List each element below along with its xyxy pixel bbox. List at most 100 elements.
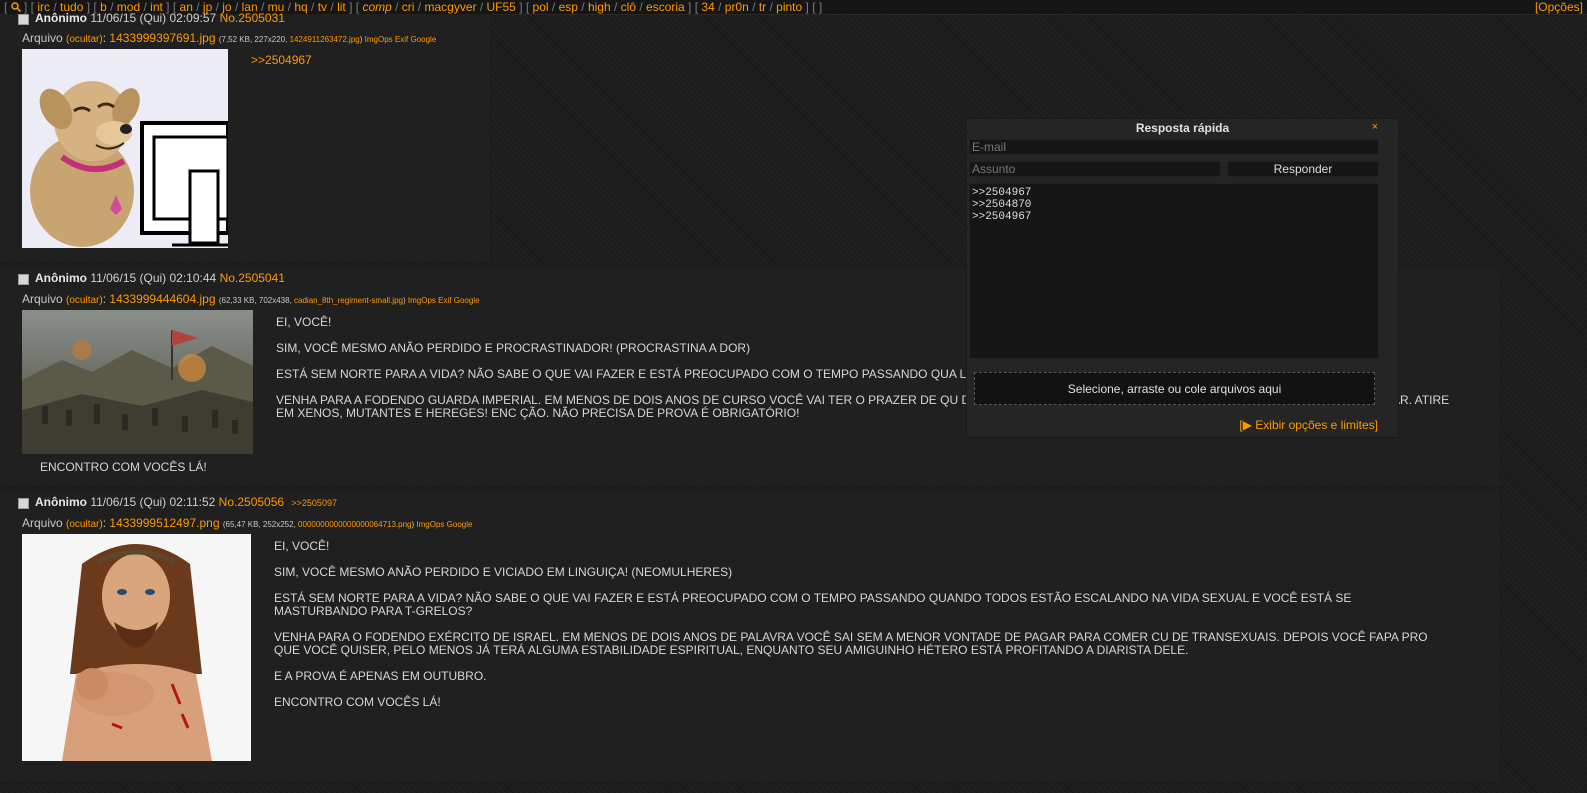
file-label: Arquivo bbox=[22, 31, 63, 45]
bracket: ] bbox=[515, 0, 523, 14]
tool-imgops[interactable]: ImgOps bbox=[408, 296, 436, 305]
bracket: [ bbox=[522, 0, 533, 14]
options-link[interactable]: [Opções] bbox=[1535, 0, 1583, 14]
bracket: [ bbox=[691, 0, 702, 14]
post-2505031: Anônimo 11/06/15 (Qui) 02:09:57 No.25050… bbox=[0, 11, 491, 263]
email-field[interactable] bbox=[969, 139, 1379, 155]
separator: / bbox=[748, 0, 759, 14]
file-meta: (65,47 KB, 252x252, bbox=[222, 520, 296, 529]
board-link-pinto[interactable]: pinto bbox=[776, 0, 802, 14]
subject-field[interactable] bbox=[969, 161, 1221, 177]
post-thumbnail-dog[interactable] bbox=[22, 49, 228, 248]
post-number-link[interactable]: No.2505031 bbox=[220, 11, 285, 25]
post-line: EI, VOCÊ! bbox=[274, 539, 330, 553]
file-info: Arquivo (ocultar): 1433999397691.jpg (7,… bbox=[22, 31, 437, 45]
post-header: Anônimo 11/06/15 (Qui) 02:11:52 No.25050… bbox=[35, 495, 337, 509]
separator: / bbox=[610, 0, 621, 14]
post-line: VENHA PARA O FODENDO EXÉRCITO DE ISRAEL.… bbox=[274, 630, 1428, 657]
separator: / bbox=[391, 0, 402, 14]
separator: / bbox=[327, 0, 338, 14]
board-link-lit[interactable]: lit bbox=[337, 0, 346, 14]
tool-imgops[interactable]: ImgOps bbox=[416, 520, 444, 529]
file-label: Arquivo bbox=[22, 292, 63, 306]
close-icon[interactable]: × bbox=[1372, 121, 1378, 133]
file-meta: (7,52 KB, 227x220, bbox=[218, 35, 288, 44]
post-line: ESTÁ SEM NORTE PARA A VIDA? NÃO SABE O Q… bbox=[274, 591, 1352, 618]
comment-textarea[interactable] bbox=[969, 183, 1379, 359]
tool-google[interactable]: Google bbox=[454, 296, 480, 305]
post-line: E A PROVA É APENAS EM OUTUBRO. bbox=[274, 669, 487, 683]
poster-name: Anônimo bbox=[35, 271, 87, 285]
quick-reply-title[interactable]: Resposta rápida bbox=[967, 121, 1398, 135]
search-icon[interactable] bbox=[10, 0, 21, 14]
bracket: [ ] bbox=[808, 0, 823, 14]
post-line: SIM, VOCÊ MESMO ANÃO PERDIDO E VICIADO E… bbox=[274, 565, 733, 579]
board-link-clô[interactable]: clô bbox=[621, 0, 636, 14]
board-link-tv[interactable]: tv bbox=[318, 0, 327, 14]
board-link-comp[interactable]: comp bbox=[362, 0, 391, 14]
poster-name: Anônimo bbox=[35, 495, 87, 509]
board-link-cri[interactable]: cri bbox=[402, 0, 415, 14]
separator: / bbox=[714, 0, 725, 14]
backlink[interactable]: >>2505097 bbox=[291, 498, 337, 508]
post-body: >>2504967 bbox=[251, 54, 471, 80]
board-link-UF55[interactable]: UF55 bbox=[487, 0, 516, 14]
file-meta: (62,33 KB, 702x438, bbox=[218, 296, 292, 305]
separator: / bbox=[577, 0, 588, 14]
file-info: Arquivo (ocultar): 1433999444604.jpg (62… bbox=[22, 292, 480, 306]
file-info: Arquivo (ocultar): 1433999512497.png (65… bbox=[22, 516, 473, 530]
original-name-link[interactable]: 1424911263472.jpg bbox=[290, 35, 360, 44]
board-link-high[interactable]: high bbox=[588, 0, 611, 14]
post-line: ENCONTRO COM VOCÊS LÁ! bbox=[274, 695, 441, 709]
hide-link[interactable]: (ocultar) bbox=[66, 295, 103, 306]
post-caption: ENCONTRO COM VOCÊS LÁ! bbox=[40, 460, 207, 474]
quote-link[interactable]: >>2504967 bbox=[251, 54, 471, 67]
reply-button[interactable]: Responder bbox=[1227, 161, 1379, 177]
tool-exif[interactable]: Exif bbox=[395, 35, 408, 44]
board-link-pr0n[interactable]: pr0n bbox=[725, 0, 749, 14]
tool-google[interactable]: Google bbox=[447, 520, 473, 529]
hide-link[interactable]: (ocultar) bbox=[66, 34, 103, 45]
separator: / bbox=[766, 0, 777, 14]
separator: / bbox=[414, 0, 425, 14]
tool-imgops[interactable]: ImgOps bbox=[365, 35, 393, 44]
post-body: EI, VOCÊ! SIM, VOCÊ MESMO ANÃO PERDIDO E… bbox=[274, 540, 1434, 722]
post-number-link[interactable]: No.2505041 bbox=[220, 271, 285, 285]
original-name-link[interactable]: 0000000000000000064713.png bbox=[298, 520, 411, 529]
original-name-link[interactable]: cadian_8th_regiment-small.jpg bbox=[294, 296, 403, 305]
poster-name: Anônimo bbox=[35, 11, 87, 25]
file-name-link[interactable]: 1433999444604.jpg bbox=[109, 292, 215, 306]
post-checkbox[interactable] bbox=[18, 14, 29, 25]
hide-link[interactable]: (ocultar) bbox=[66, 519, 103, 530]
board-link-34[interactable]: 34 bbox=[701, 0, 714, 14]
post-checkbox[interactable] bbox=[18, 498, 29, 509]
post-date: 11/06/15 (Qui) 02:11:52 bbox=[90, 495, 216, 509]
board-link-hq[interactable]: hq bbox=[294, 0, 307, 14]
post-thumbnail-jesus[interactable] bbox=[22, 534, 251, 761]
separator: / bbox=[548, 0, 559, 14]
board-link-esp[interactable]: esp bbox=[559, 0, 578, 14]
post-number-link[interactable]: No.2505056 bbox=[219, 495, 284, 509]
board-link-escoria[interactable]: escoria bbox=[646, 0, 685, 14]
post-date: 11/06/15 (Qui) 02:09:57 bbox=[90, 11, 217, 25]
file-name-link[interactable]: 1433999397691.jpg bbox=[109, 31, 215, 45]
post-header: Anônimo 11/06/15 (Qui) 02:10:44 No.25050… bbox=[35, 271, 285, 285]
bracket: ] bbox=[802, 0, 809, 14]
quick-reply-panel[interactable]: Resposta rápida × Responder Selecione, a… bbox=[966, 118, 1399, 438]
separator: / bbox=[307, 0, 318, 14]
board-link-macgyver[interactable]: macgyver bbox=[424, 0, 476, 14]
separator: / bbox=[476, 0, 487, 14]
post-thumbnail-battle[interactable] bbox=[22, 310, 253, 454]
show-options-link[interactable]: [▶ Exibir opções e limites] bbox=[1239, 418, 1378, 432]
board-link-pol[interactable]: pol bbox=[533, 0, 549, 14]
bracket: [ bbox=[352, 0, 363, 14]
post-header: Anônimo 11/06/15 (Qui) 02:09:57 No.25050… bbox=[35, 11, 285, 25]
file-name-link[interactable]: 1433999512497.png bbox=[109, 516, 219, 530]
separator: / bbox=[636, 0, 647, 14]
post-date: 11/06/15 (Qui) 02:10:44 bbox=[90, 271, 217, 285]
tool-google[interactable]: Google bbox=[410, 35, 436, 44]
post-checkbox[interactable] bbox=[18, 274, 29, 285]
separator: / bbox=[284, 0, 295, 14]
tool-exif[interactable]: Exif bbox=[438, 296, 451, 305]
file-drop-zone[interactable]: Selecione, arraste ou cole arquivos aqui bbox=[974, 372, 1375, 405]
